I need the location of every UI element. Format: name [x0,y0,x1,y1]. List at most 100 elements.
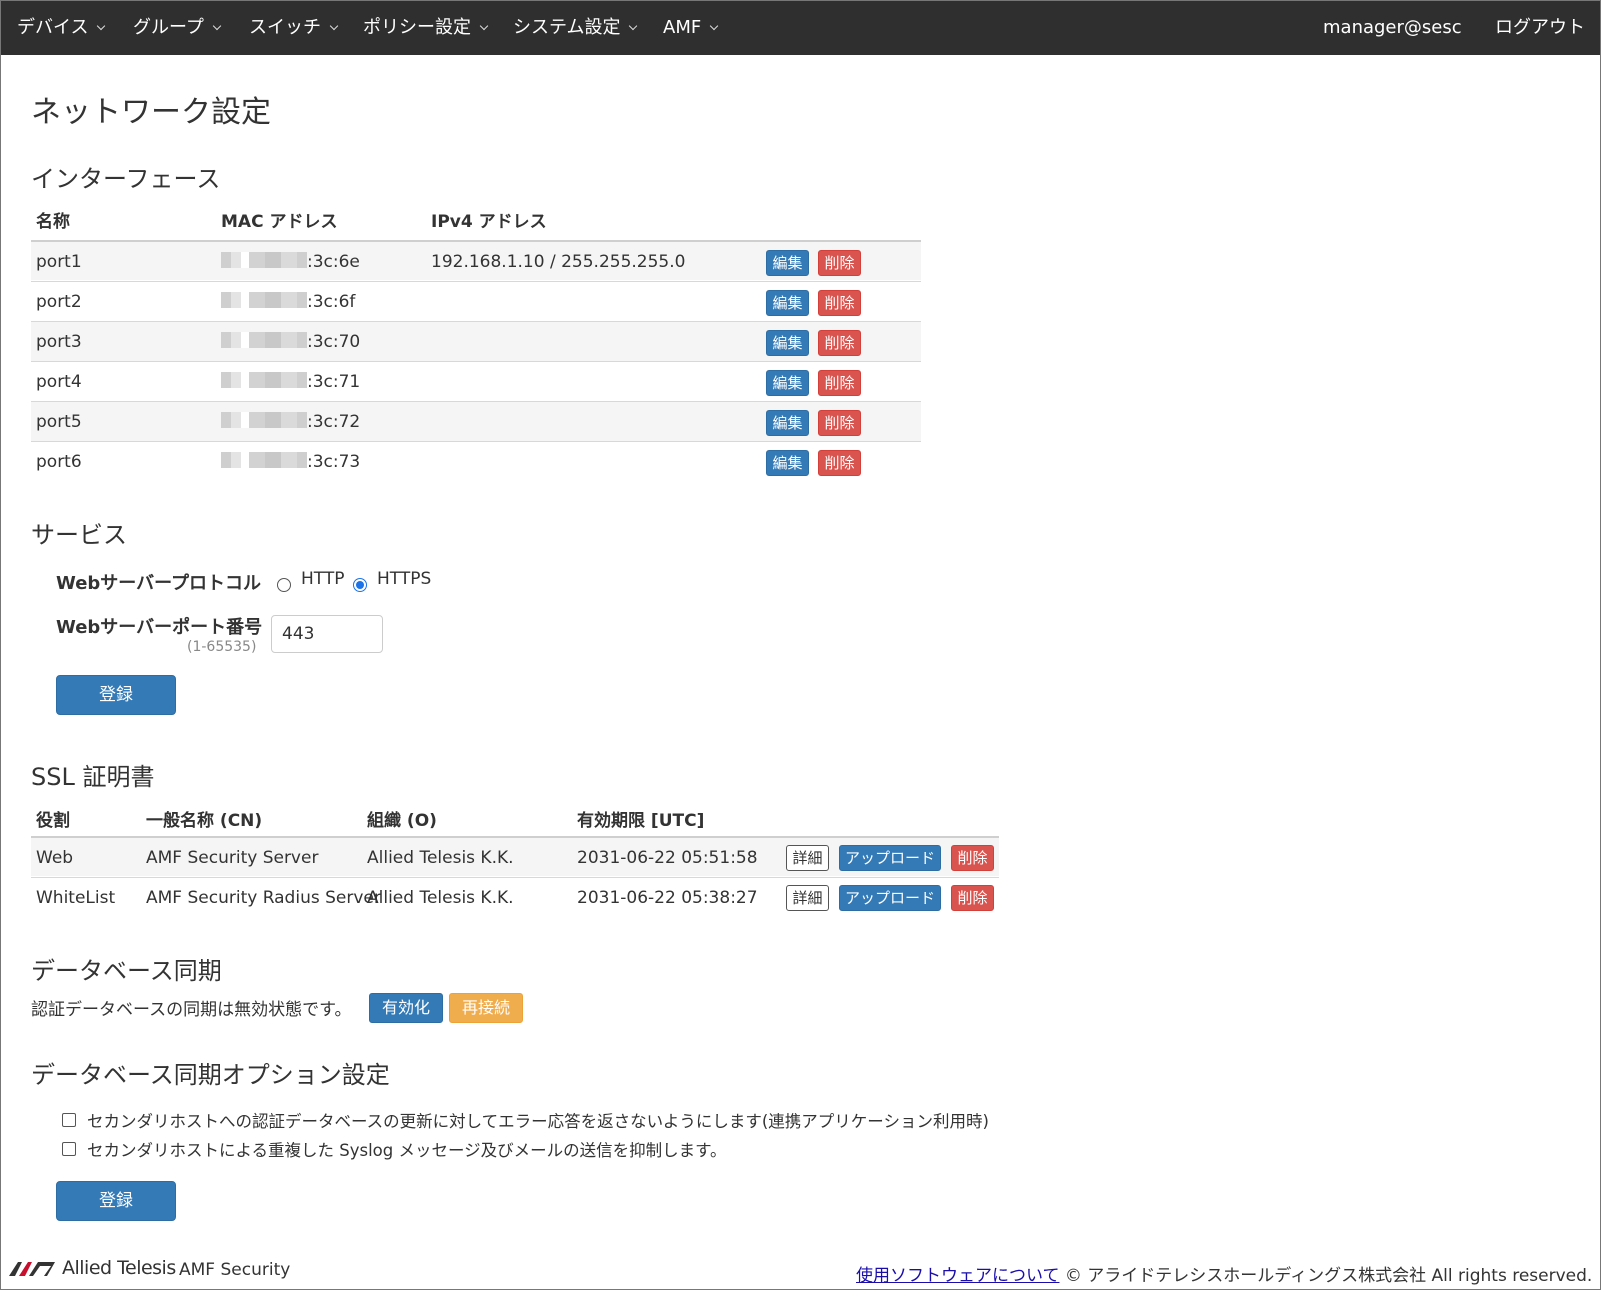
ipv4-address: 192.168.1.10 / 255.255.255.0 [431,252,686,272]
copyright: © アライドテレシスホールディングス株式会社 All rights reserv… [1064,1266,1593,1286]
table-row: Web AMF Security Server Allied Telesis K… [31,836,999,876]
col-name: 名称 [36,212,70,232]
http-radio-label[interactable]: HTTP [301,569,345,589]
page-title: ネットワーク設定 [31,95,271,130]
detail-button[interactable]: 詳細 [786,885,829,911]
upload-button[interactable]: アップロード [839,885,941,911]
dbsync-options-heading: データベース同期オプション設定 [31,1061,390,1089]
col-role: 役割 [36,811,70,831]
delete-button[interactable]: 削除 [818,250,861,276]
option-checkbox-1[interactable] [62,1113,76,1127]
footer-right: 使用ソフトウェアについて © アライドテレシスホールディングス株式会社 All … [856,1261,1592,1286]
edit-button[interactable]: 編集 [766,370,809,396]
interface-name: port5 [36,412,82,432]
redacted-mac [221,372,307,388]
redacted-mac [221,332,307,348]
redacted-mac [221,292,307,308]
nav-system[interactable]: システム設定 [513,1,638,55]
reconnect-button[interactable]: 再接続 [449,993,523,1023]
cert-role: WhiteList [36,888,116,908]
delete-button[interactable]: 削除 [951,885,994,911]
upload-button[interactable]: アップロード [839,845,941,871]
cert-org: Allied Telesis K.K. [367,888,514,908]
table-row: WhiteList AMF Security Radius Server All… [31,877,999,917]
option-checkbox-2[interactable] [62,1142,76,1156]
logout-link[interactable]: ログアウト [1495,1,1585,55]
cert-cn: AMF Security Server [146,848,319,868]
table-row: port5 :3c:72 編集 削除 [31,401,921,441]
interface-name: port6 [36,452,82,472]
table-row: port4 :3c:71 編集 削除 [31,361,921,401]
edit-button[interactable]: 編集 [766,410,809,436]
nav-amf-label: AMF [663,17,702,38]
redacted-mac [221,452,307,468]
https-radio[interactable] [353,578,367,592]
nav-devices-label: デバイス [17,17,89,38]
software-info-link[interactable]: 使用ソフトウェアについて [856,1266,1060,1286]
table-row: port1 :3c:6e 192.168.1.10 / 255.255.255.… [31,240,921,280]
table-row: port3 :3c:70 編集 削除 [31,321,921,361]
chevron-down-icon [629,21,638,31]
mac-address: :3c:72 [221,402,360,442]
service-submit-button[interactable]: 登録 [56,675,176,715]
ssl-heading: SSL 証明書 [31,763,155,791]
detail-button[interactable]: 詳細 [786,845,829,871]
option-label-1: セカンダリホストへの認証データベースの更新に対してエラー応答を返さないようにしま… [87,1112,989,1131]
brand-name: Allied Telesis [62,1257,176,1279]
nav-policy[interactable]: ポリシー設定 [363,1,489,55]
mac-address: :3c:70 [221,322,360,362]
interface-name: port3 [36,332,82,352]
mac-suffix: :3c:70 [307,332,361,352]
enable-button[interactable]: 有効化 [369,993,443,1023]
interface-name: port1 [36,252,82,272]
col-mac: MAC アドレス [221,212,338,232]
nav-groups[interactable]: グループ [133,1,222,55]
web-port-input[interactable]: 443 [271,615,383,653]
delete-button[interactable]: 削除 [818,370,861,396]
dbsync-heading: データベース同期 [31,957,222,985]
table-row: port2 :3c:6f 編集 削除 [31,281,921,321]
nav-devices[interactable]: デバイス [17,1,106,55]
cert-expires: 2031-06-22 05:51:58 [577,848,758,868]
mac-address: :3c:73 [221,442,360,482]
mac-suffix: :3c:73 [307,452,361,472]
mac-address: :3c:6e [221,242,360,282]
user-name[interactable]: manager@sesc [1323,1,1462,55]
nav-groups-label: グループ [133,17,204,38]
nav-switches-label: スイッチ [249,17,321,38]
cert-org: Allied Telesis K.K. [367,848,514,868]
col-cn: 一般名称 (CN) [146,811,263,831]
nav-policy-label: ポリシー設定 [363,17,471,38]
redacted-mac [221,252,307,268]
edit-button[interactable]: 編集 [766,450,809,476]
delete-button[interactable]: 削除 [951,845,994,871]
delete-button[interactable]: 削除 [818,290,861,316]
chevron-down-icon [479,21,489,31]
chevron-down-icon [212,21,222,31]
nav-amf[interactable]: AMF [663,1,719,55]
mac-suffix: :3c:6e [307,252,360,272]
web-port-label: Webサーバーポート番号 [56,617,263,638]
delete-button[interactable]: 削除 [818,410,861,436]
nav-system-label: システム設定 [513,17,621,38]
allied-telesis-logo-icon [9,1262,55,1276]
edit-button[interactable]: 編集 [766,290,809,316]
delete-button[interactable]: 削除 [818,450,861,476]
https-radio-label[interactable]: HTTPS [377,569,431,589]
edit-button[interactable]: 編集 [766,330,809,356]
nav-switches[interactable]: スイッチ [249,1,339,55]
edit-button[interactable]: 編集 [766,250,809,276]
mac-suffix: :3c:6f [307,292,356,312]
col-expires: 有効期限 [UTC] [577,811,705,831]
service-heading: サービス [31,521,127,549]
http-radio[interactable] [277,578,291,592]
delete-button[interactable]: 削除 [818,330,861,356]
dbsync-status: 認証データベースの同期は無効状態です。 [31,1000,352,1020]
cert-role: Web [36,848,74,868]
top-navbar: デバイス グループ スイッチ ポリシー設定 システム設定 AMF manager… [1,1,1600,55]
cert-expires: 2031-06-22 05:38:27 [577,888,758,908]
mac-address: :3c:6f [221,282,355,322]
product-name: AMF Security [179,1260,291,1280]
options-submit-button[interactable]: 登録 [56,1181,176,1221]
interfaces-heading: インターフェース [31,165,221,193]
